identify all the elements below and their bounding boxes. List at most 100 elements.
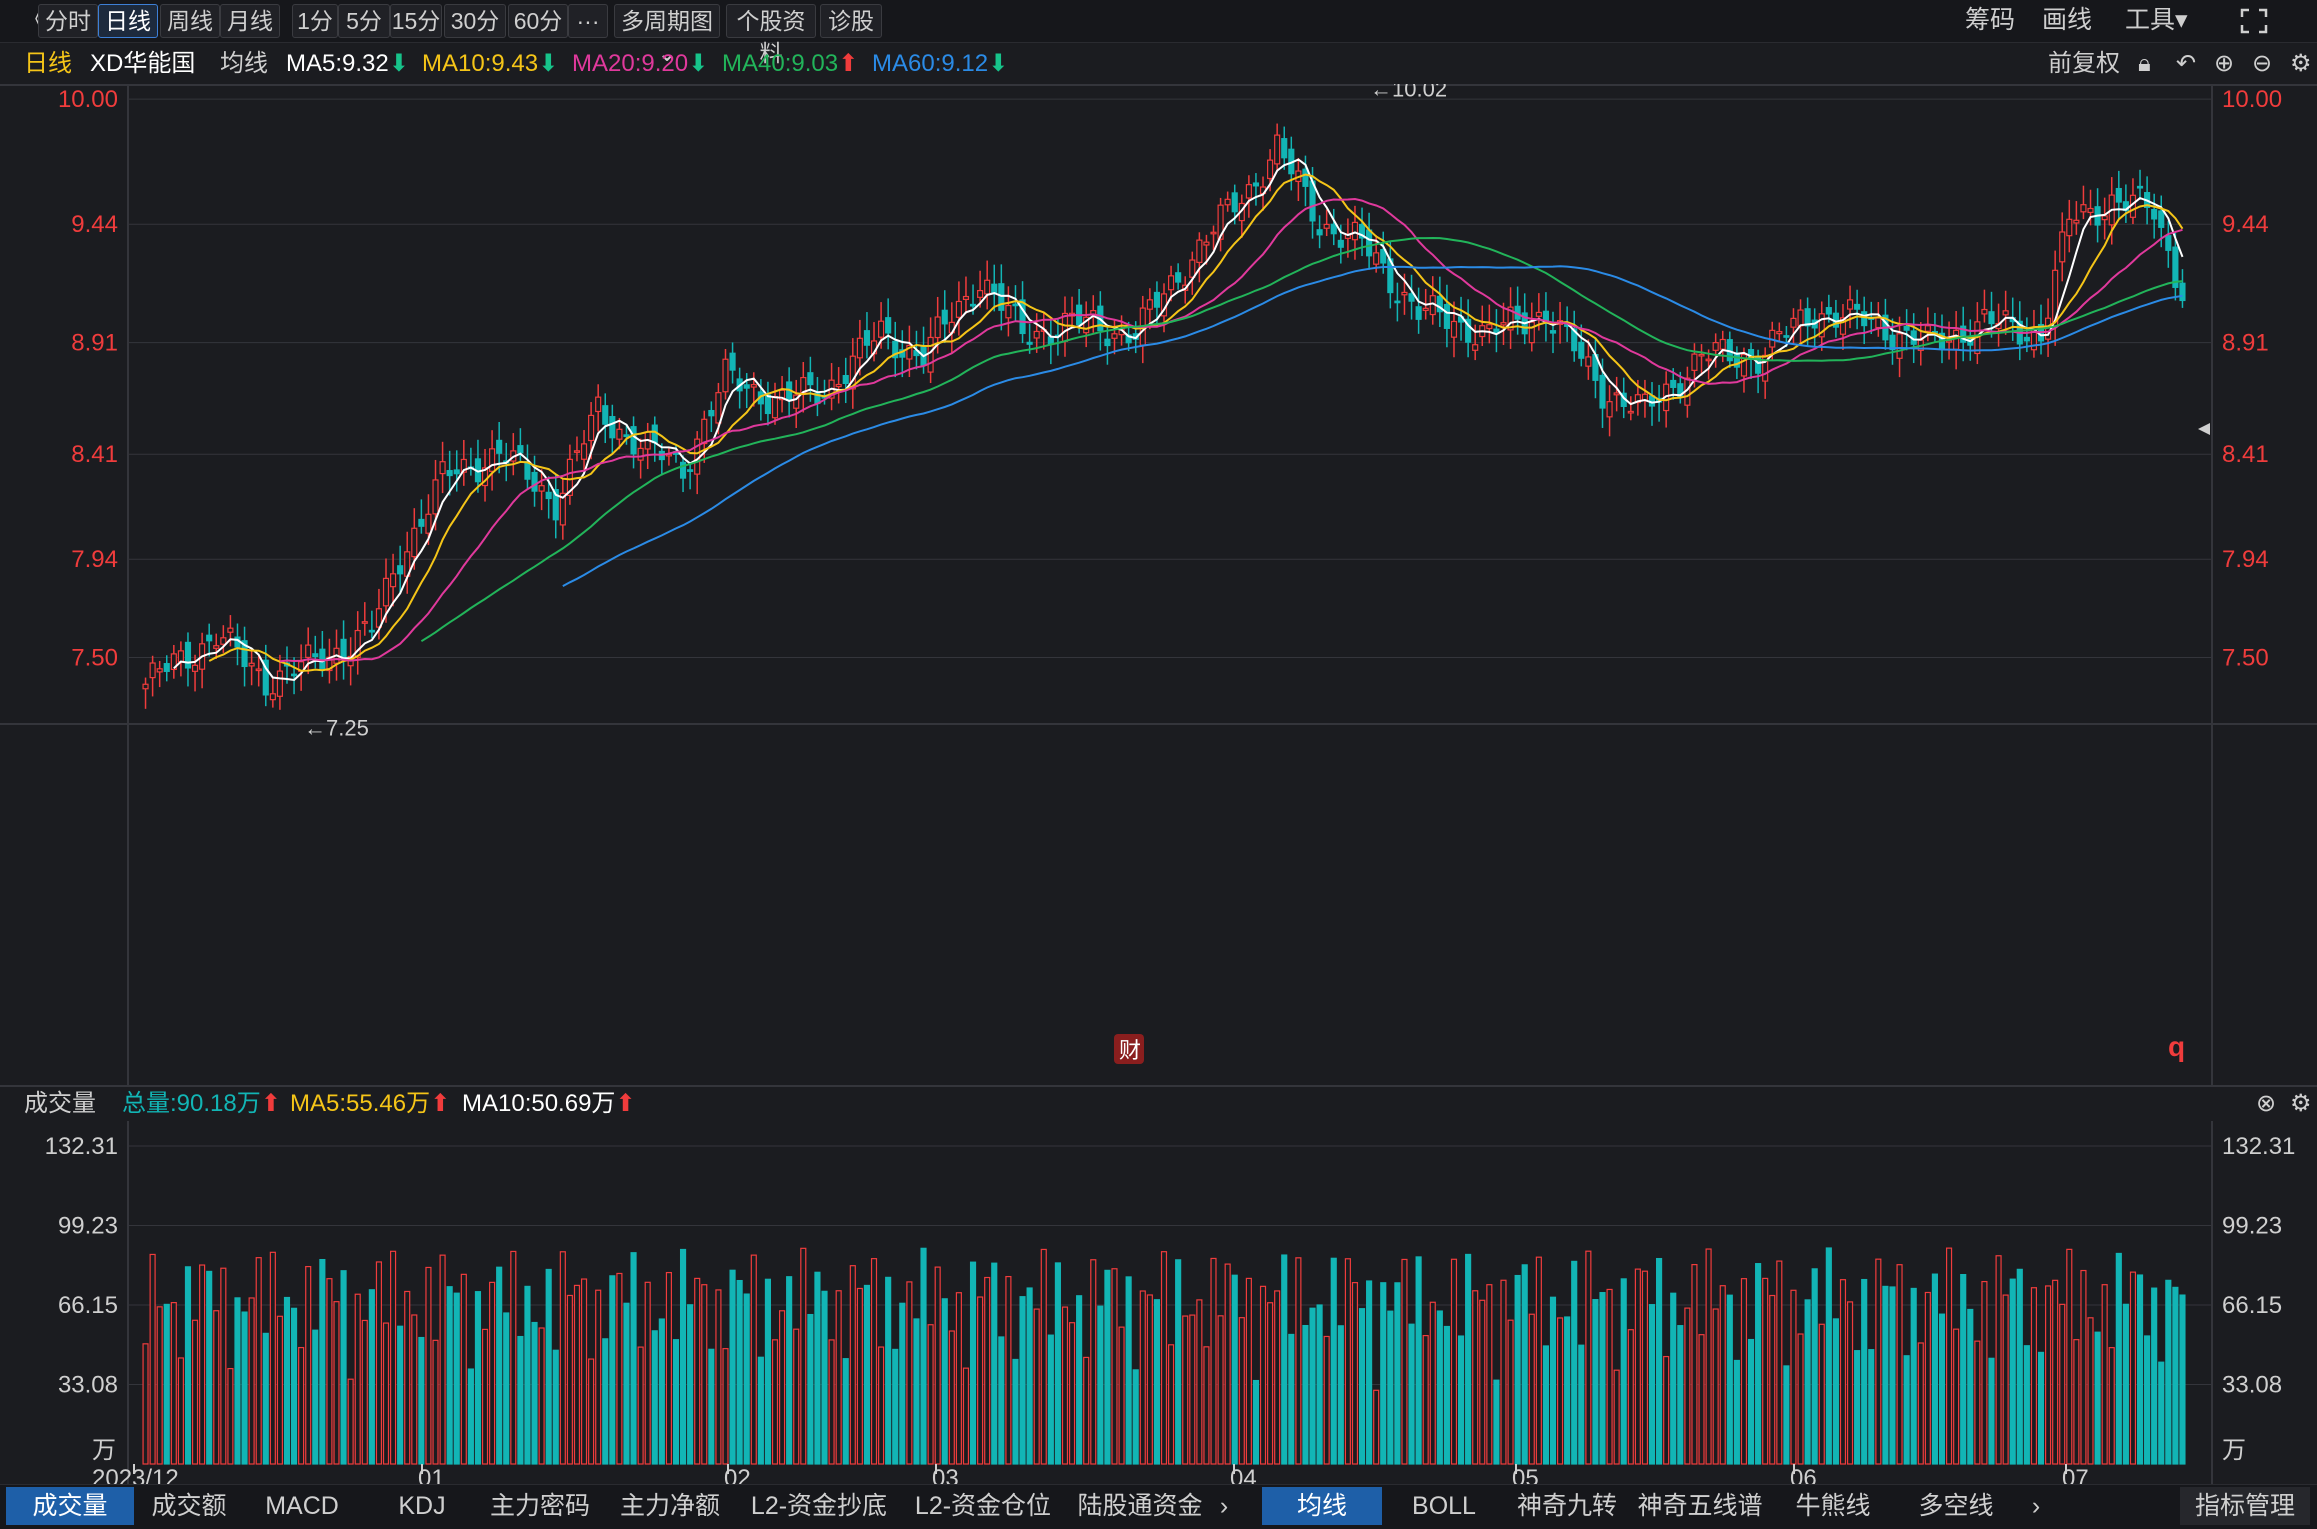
settings-icon[interactable]: ⚙ bbox=[2290, 44, 2312, 84]
lock-icon[interactable]: 🔒︎ bbox=[2138, 44, 2151, 84]
period-tab-4[interactable]: 1分 bbox=[292, 4, 338, 38]
volume-panel bbox=[0, 749, 2317, 1119]
candle-body bbox=[1373, 252, 1380, 265]
more-left-icon[interactable]: › bbox=[1212, 1487, 1236, 1525]
overlay-tab-1[interactable]: BOLL bbox=[1384, 1487, 1504, 1525]
fuquan-button[interactable]: 前复权 bbox=[2048, 44, 2120, 84]
top-toolbar: 《 分时 日线 周线 月线 1分 5分 15分 30分 60分 ··· 多周期图 ⌄ 个股资料 诊股 筹… bbox=[0, 0, 2317, 66]
period-tab-12[interactable]: 诊股 bbox=[820, 4, 882, 38]
zoom-in-icon[interactable]: ⊕ bbox=[2214, 44, 2234, 84]
tools-button[interactable]: 工具▾ bbox=[2125, 4, 2188, 36]
overlay-tab-0[interactable]: 均线 bbox=[1262, 1487, 1382, 1525]
close-icon[interactable]: ⊗ bbox=[2256, 1087, 2276, 1121]
draw-button[interactable]: 画线 bbox=[2042, 4, 2092, 36]
period-tab-10[interactable]: 多周期图 ⌄ bbox=[614, 4, 720, 66]
volume-bar bbox=[467, 1368, 474, 1465]
indicator-tab-2[interactable]: MACD bbox=[244, 1487, 360, 1525]
candle-body bbox=[1896, 333, 1903, 359]
volume-settings-icon[interactable]: ⚙ bbox=[2290, 1087, 2312, 1121]
fin-badge: 财 bbox=[1119, 1038, 1141, 1063]
indicator-tab-4[interactable]: 主力密码 bbox=[484, 1487, 596, 1525]
indicator-tab-3[interactable]: KDJ bbox=[366, 1487, 478, 1525]
overlay-tab-2[interactable]: 神奇九转 bbox=[1508, 1487, 1626, 1525]
volume-bar bbox=[375, 1261, 383, 1465]
volume-bar bbox=[1691, 1264, 1698, 1465]
period-label: 日线 bbox=[24, 50, 72, 77]
candle-body bbox=[1224, 198, 1231, 206]
period-tab-2[interactable]: 周线 bbox=[160, 4, 220, 38]
volume-bar bbox=[1500, 1279, 1507, 1465]
volume-bar bbox=[1698, 1334, 1705, 1465]
overlay-tab-3[interactable]: 神奇五线谱 bbox=[1630, 1487, 1770, 1525]
candle-body bbox=[2179, 282, 2186, 302]
candle-body bbox=[1613, 392, 1620, 396]
period-tab-3[interactable]: 月线 bbox=[220, 4, 280, 38]
volume-tick-left: 132.31 bbox=[45, 1133, 118, 1160]
indicator-tab-0[interactable]: 成交量 bbox=[6, 1487, 134, 1525]
volume-bar bbox=[517, 1335, 524, 1465]
volume-bar bbox=[361, 1319, 368, 1465]
indicator-tab-6[interactable]: L2-资金抄底 bbox=[744, 1487, 894, 1525]
volume-bar bbox=[1960, 1274, 1967, 1465]
chips-button[interactable]: 筹码 bbox=[1965, 4, 2015, 36]
candle-body bbox=[1111, 333, 1118, 339]
indicator-tab-7[interactable]: L2-资金仓位 bbox=[900, 1487, 1066, 1525]
volume-bar bbox=[2151, 1287, 2158, 1465]
volume-bar bbox=[644, 1281, 651, 1465]
volume-tick-left: 99.23 bbox=[58, 1213, 118, 1240]
undo-icon[interactable]: ↶ bbox=[2176, 44, 2196, 84]
candle-body bbox=[1175, 272, 1182, 283]
x-label: 06 bbox=[1790, 1465, 1817, 1484]
volume-bar bbox=[835, 1290, 842, 1465]
more-right-icon[interactable]: › bbox=[2024, 1487, 2048, 1525]
indicator-manage-button[interactable]: 指标管理 bbox=[2180, 1487, 2310, 1525]
volume-bar bbox=[1245, 1277, 1252, 1465]
candle-body bbox=[878, 320, 885, 338]
zoom-out-icon[interactable]: ⊖ bbox=[2252, 44, 2272, 84]
candle-body bbox=[580, 443, 588, 460]
volume-bar bbox=[220, 1267, 227, 1465]
candle-body bbox=[609, 416, 616, 439]
volume-bar bbox=[199, 1264, 206, 1465]
kline-chart[interactable]: 10.00 10.00 9.44 9.44 8.91 8.91 8.41 8.41 7.94 7.… bbox=[0, 84, 2317, 1484]
volume-bar bbox=[2172, 1286, 2179, 1465]
candle-body bbox=[2101, 215, 2108, 221]
period-tab-6[interactable]: 15分 bbox=[390, 4, 442, 38]
volume-bar bbox=[1861, 1278, 1868, 1465]
volume-bar bbox=[580, 1278, 588, 1465]
volume-bar bbox=[1436, 1310, 1443, 1465]
volume-bar bbox=[305, 1265, 312, 1465]
volume-bar bbox=[1783, 1365, 1790, 1465]
volume-bar bbox=[1422, 1334, 1429, 1465]
volume-bar bbox=[771, 1339, 779, 1465]
candle-body bbox=[361, 621, 368, 624]
volume-bar bbox=[276, 1315, 283, 1465]
volume-bar bbox=[248, 1297, 255, 1465]
period-tab-0[interactable]: 分时 bbox=[38, 4, 98, 38]
indicator-tab-5[interactable]: 主力净额 bbox=[602, 1487, 738, 1525]
volume-bar bbox=[814, 1271, 821, 1465]
overlay-tab-4[interactable]: 牛熊线 bbox=[1774, 1487, 1892, 1525]
volume-bar bbox=[1267, 1302, 1274, 1465]
indicator-tab-1[interactable]: 成交额 bbox=[140, 1487, 238, 1525]
period-tab-7[interactable]: 30分 bbox=[444, 4, 506, 38]
period-tab-9[interactable]: ··· bbox=[568, 4, 608, 38]
volume-bar bbox=[779, 1310, 786, 1465]
candle-body bbox=[1924, 325, 1931, 332]
candle-body bbox=[1988, 311, 1995, 325]
volume-bar bbox=[1493, 1379, 1500, 1465]
ma-legend: 日线 XD华能国 均线 MA5:9.32⬇ MA10:9.43⬇ MA20:9.… bbox=[0, 44, 2317, 84]
volume-bar bbox=[2158, 1361, 2165, 1465]
period-tab-1[interactable]: 日线 bbox=[98, 4, 158, 38]
period-tab-5[interactable]: 5分 bbox=[338, 4, 390, 38]
period-tab-11[interactable]: 个股资料 bbox=[726, 4, 816, 66]
indicator-tab-8[interactable]: 陆股通资金 bbox=[1072, 1487, 1208, 1525]
overlay-tab-5[interactable]: 多空线 bbox=[1896, 1487, 2016, 1525]
x-label: 2023/12 bbox=[92, 1465, 179, 1484]
volume-title[interactable]: 成交量 bbox=[24, 1087, 96, 1121]
volume-bar bbox=[1061, 1306, 1069, 1465]
candle-body bbox=[687, 469, 694, 472]
fullscreen-icon[interactable] bbox=[2240, 8, 2268, 34]
period-tab-8[interactable]: 60分 bbox=[508, 4, 568, 38]
ma-label[interactable]: 均线 bbox=[220, 44, 268, 84]
